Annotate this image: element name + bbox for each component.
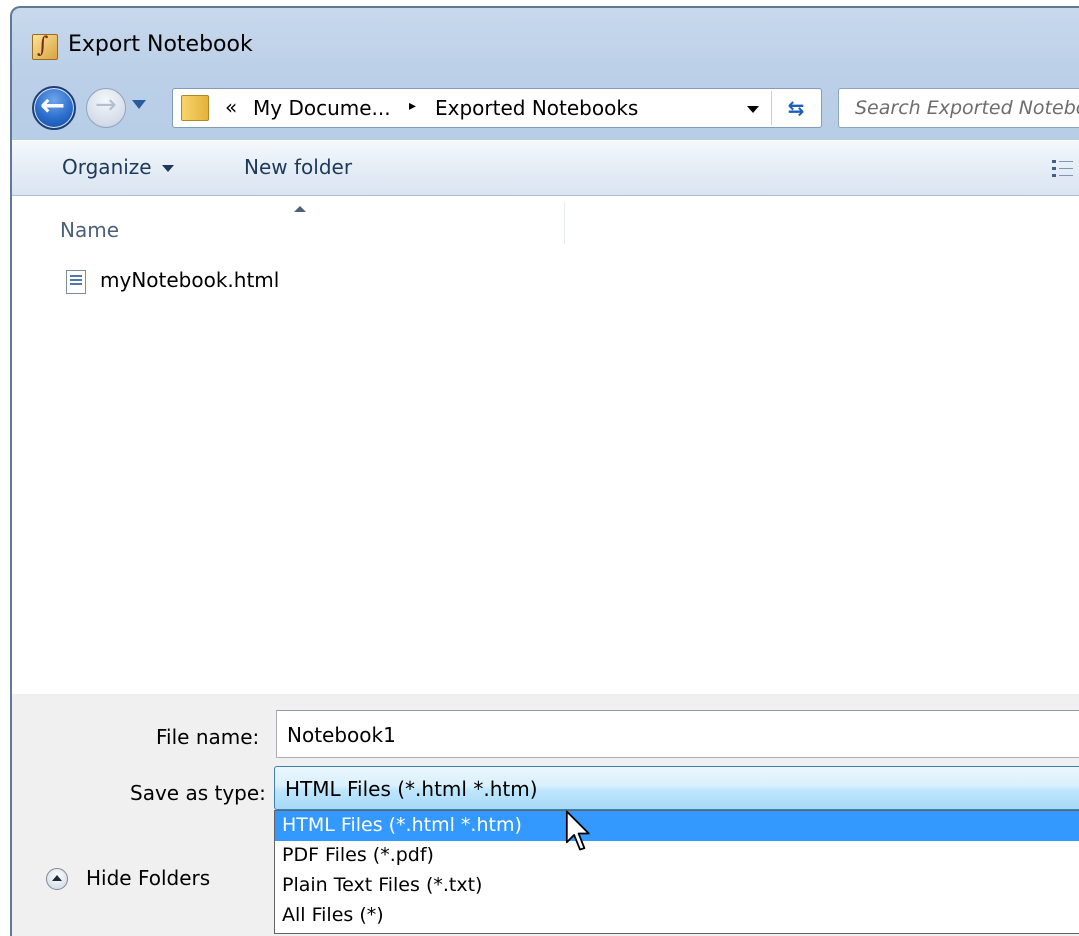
column-header-name[interactable]: Name (60, 218, 119, 242)
organize-dropdown-icon (161, 165, 174, 172)
search-placeholder: Search Exported Notebooks (855, 97, 1079, 119)
html-file-icon (66, 270, 86, 294)
navigation-bar: « My Docume... ▸ Exported Notebooks ⇆ Se… (12, 78, 1079, 136)
breadcrumb-exported-notebooks[interactable]: Exported Notebooks (435, 96, 638, 120)
save-as-type-value: HTML Files (*.html *.htm) (285, 777, 538, 801)
save-as-type-select[interactable]: HTML Files (*.html *.htm) (274, 766, 1079, 810)
address-dropdown-icon[interactable] (747, 106, 759, 113)
save-options-panel: File name: Notebook1 Save as type: HTML … (12, 694, 1079, 936)
breadcrumb-separator-icon[interactable]: ▸ (409, 98, 416, 114)
command-bar: Organize New folder (12, 140, 1079, 196)
dropdown-option-pdf[interactable]: PDF Files (*.pdf) (275, 841, 1079, 871)
dropdown-option-html[interactable]: HTML Files (*.html *.htm) (275, 811, 1079, 841)
mathematica-notebook-icon (32, 33, 58, 60)
change-view-icon[interactable] (1052, 159, 1076, 179)
window-title: Export Notebook (68, 32, 253, 57)
recent-locations-dropdown-icon[interactable] (132, 100, 146, 109)
new-folder-button[interactable]: New folder (244, 155, 352, 179)
save-as-type-dropdown-list: HTML Files (*.html *.htm) PDF Files (*.p… (274, 810, 1079, 934)
sort-ascending-icon (294, 206, 306, 212)
address-overflow-icon[interactable]: « (225, 95, 237, 119)
hide-folders-label: Hide Folders (86, 866, 211, 890)
file-name-field[interactable]: Notebook1 (276, 710, 1079, 758)
file-name-label: File name: (156, 725, 260, 749)
address-divider (771, 91, 772, 125)
list-item[interactable]: myNotebook.html (60, 266, 360, 296)
dropdown-option-all-files[interactable]: All Files (*) (275, 901, 1079, 931)
folder-icon (181, 95, 209, 121)
forward-arrow-icon[interactable] (86, 88, 126, 128)
title-bar: Export Notebook (12, 8, 1079, 78)
organize-label: Organize (62, 155, 152, 179)
refresh-icon[interactable]: ⇆ (779, 93, 813, 123)
file-list: Name myNotebook.html (12, 196, 1079, 694)
organize-button[interactable]: Organize (62, 155, 174, 179)
address-bar[interactable]: « My Docume... ▸ Exported Notebooks ⇆ (172, 88, 822, 128)
collapse-up-icon (46, 868, 68, 890)
dropdown-option-text[interactable]: Plain Text Files (*.txt) (275, 871, 1079, 901)
save-as-type-label: Save as type: (130, 781, 266, 805)
file-name-text: myNotebook.html (100, 268, 280, 292)
export-notebook-dialog: Export Notebook « My Docume... ▸ Exporte… (10, 6, 1079, 936)
search-input[interactable]: Search Exported Notebooks (838, 88, 1079, 128)
mouse-pointer-icon (565, 810, 590, 851)
hide-folders-button[interactable]: Hide Folders (46, 864, 246, 894)
back-arrow-icon[interactable] (32, 86, 76, 130)
breadcrumb-my-documents[interactable]: My Docume... (253, 96, 391, 120)
column-divider[interactable] (564, 202, 565, 244)
